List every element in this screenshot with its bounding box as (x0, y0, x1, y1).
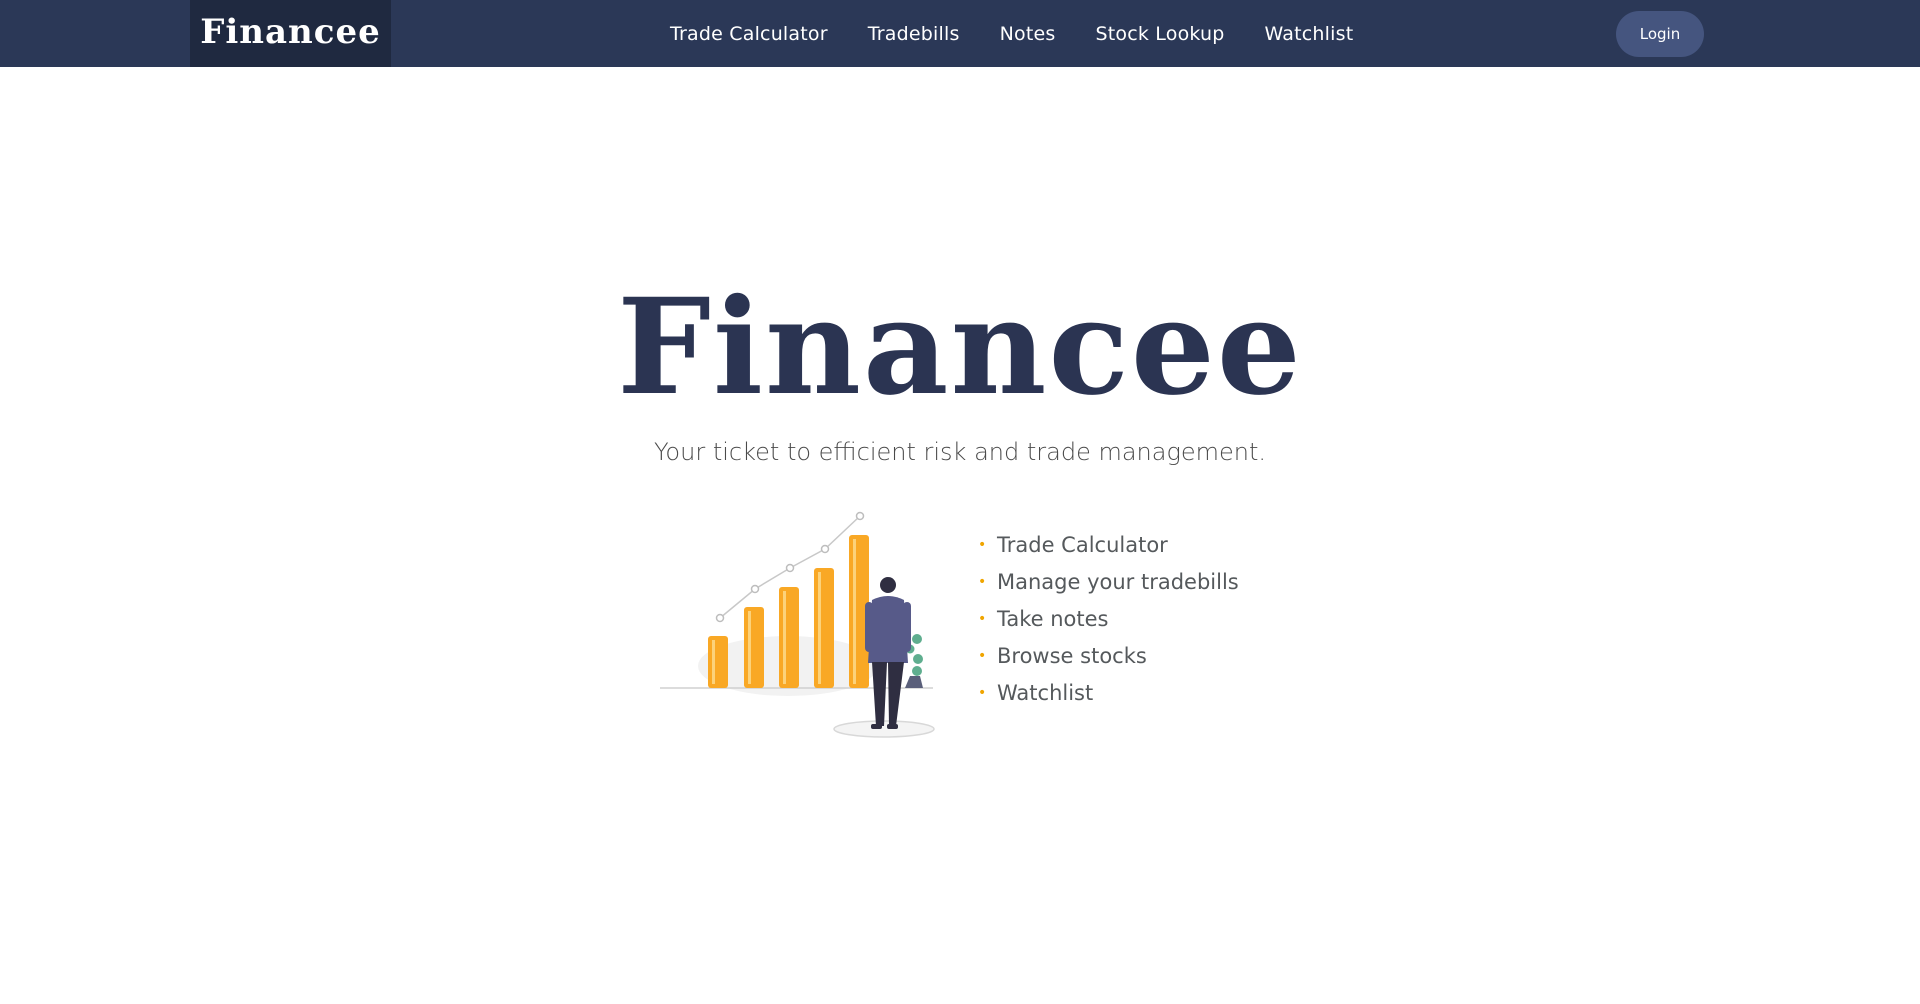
nav-link-tradebills[interactable]: Tradebills (868, 23, 960, 45)
feature-list-item: • Take notes (976, 601, 1239, 638)
top-navbar: Financee Trade Calculator Tradebills Not… (0, 0, 1920, 67)
feature-label: Manage your tradebills (997, 570, 1239, 594)
nav-link-stock-lookup[interactable]: Stock Lookup (1095, 23, 1224, 45)
bullet-icon: • (978, 685, 987, 701)
bullet-icon: • (978, 611, 987, 627)
feature-list-item: • Trade Calculator (976, 527, 1239, 564)
feature-list-item: • Watchlist (976, 675, 1239, 712)
login-button[interactable]: Login (1616, 11, 1704, 57)
bullet-icon: • (978, 648, 987, 664)
feature-label: Watchlist (997, 681, 1094, 705)
growth-chart-person-illustration (660, 511, 935, 738)
feature-label: Browse stocks (997, 644, 1147, 668)
bullet-icon: • (978, 537, 987, 553)
feature-label: Take notes (997, 607, 1109, 631)
hero-subtitle: Your ticket to efficient risk and trade … (653, 438, 1267, 466)
feature-list-item: • Manage your tradebills (976, 564, 1239, 601)
feature-list-item: • Browse stocks (976, 638, 1239, 675)
hero-title: Financee (617, 270, 1303, 425)
nav-link-watchlist[interactable]: Watchlist (1265, 23, 1354, 45)
main-nav: Trade Calculator Tradebills Notes Stock … (670, 0, 1353, 67)
brand-logo-link[interactable]: Financee (190, 0, 391, 67)
feature-label: Trade Calculator (997, 533, 1168, 557)
feature-list: • Trade Calculator • Manage your tradebill… (976, 527, 1239, 712)
nav-link-trade-calculator[interactable]: Trade Calculator (670, 23, 828, 45)
bullet-icon: • (978, 574, 987, 590)
nav-link-notes[interactable]: Notes (1000, 23, 1056, 45)
